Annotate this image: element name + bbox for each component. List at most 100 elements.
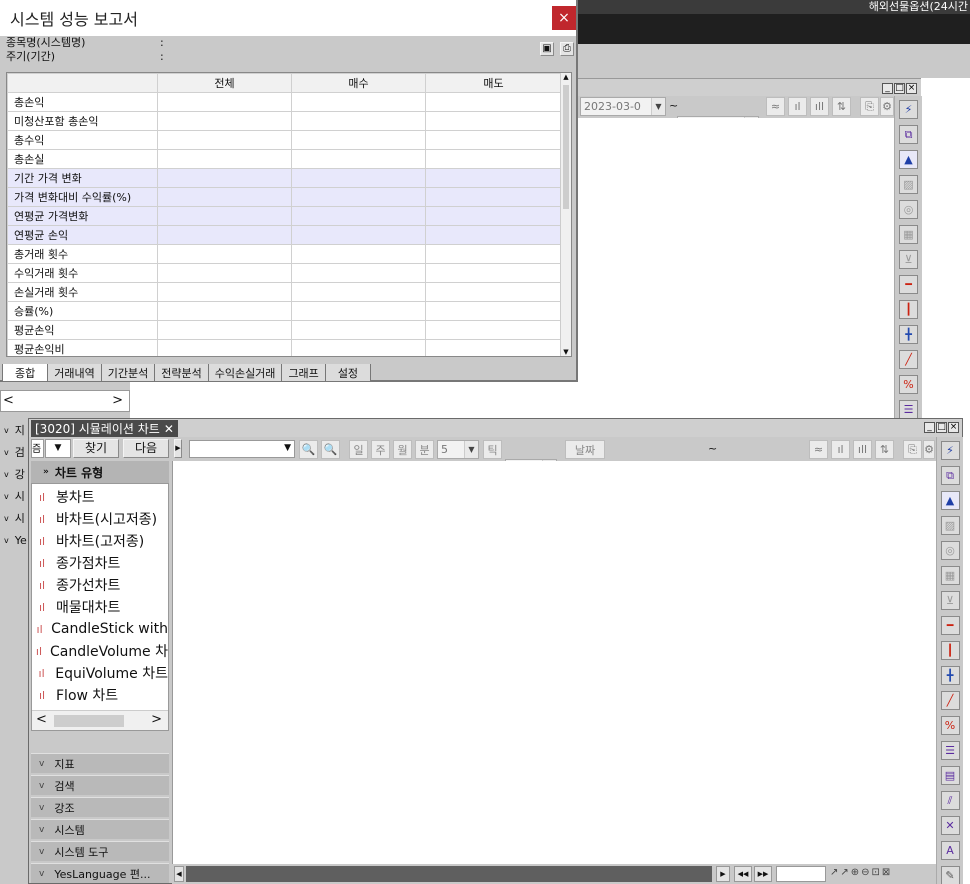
- fibo-icon[interactable]: ▨: [940, 516, 960, 535]
- lightning-icon[interactable]: ⚡: [940, 441, 960, 460]
- table-row[interactable]: 총수익: [7, 130, 562, 150]
- bg-sidebar-item[interactable]: 강: [15, 466, 25, 482]
- accordion-highlight[interactable]: v 강조: [31, 797, 169, 817]
- pointer-icon[interactable]: ▲: [940, 491, 960, 510]
- text-tool-icon[interactable]: A: [940, 841, 960, 860]
- table-row[interactable]: 가격 변화대비 수익률(%): [7, 187, 562, 207]
- accordion-system[interactable]: v 시스템: [31, 819, 169, 839]
- bg-sidebar-scrollbar[interactable]: < >: [0, 390, 130, 412]
- gann-icon[interactable]: ▤: [940, 766, 960, 785]
- tab-graph[interactable]: 그래프: [281, 364, 326, 382]
- bg-sidebar-item[interactable]: 검: [15, 444, 25, 460]
- object-list-icon[interactable]: ⧉: [899, 125, 918, 144]
- cycle-icon[interactable]: ◎: [940, 541, 960, 560]
- bg-sidebar-item[interactable]: 시: [15, 488, 25, 504]
- chevron-down-icon[interactable]: ▼: [464, 441, 478, 458]
- settings-icon[interactable]: ⚙: [923, 440, 935, 459]
- zoom-count-input[interactable]: [776, 866, 826, 882]
- updown-icon[interactable]: ⇅: [832, 97, 851, 116]
- close-icon[interactable]: ×: [948, 422, 959, 433]
- trend-line-icon[interactable]: ╱: [940, 691, 960, 710]
- vertical-line-icon[interactable]: ┃: [940, 641, 960, 660]
- minute-select[interactable]: 5 ▼: [437, 440, 479, 459]
- sim-hscroll-track[interactable]: [186, 866, 712, 882]
- tab-profit-loss[interactable]: 수익손실거래: [207, 364, 283, 382]
- list-item[interactable]: ıl 바차트(시고저종): [32, 508, 168, 530]
- list-item[interactable]: ıl CandleVolume 차: [32, 640, 168, 662]
- accordion-system-tools[interactable]: v 시스템 도구: [31, 841, 169, 861]
- chevron-down-icon[interactable]: ▼: [45, 439, 71, 458]
- volume-icon[interactable]: ıll: [810, 97, 829, 116]
- accordion-indicators[interactable]: v 지표: [31, 753, 169, 773]
- maximize-icon[interactable]: □: [894, 83, 905, 94]
- table-row[interactable]: 평균손익비: [7, 339, 562, 356]
- accordion-yeslanguage[interactable]: v YesLanguage 편...: [31, 863, 169, 883]
- speed-line-icon[interactable]: ⫽: [940, 791, 960, 810]
- table-row[interactable]: 기간 가격 변화: [7, 168, 562, 188]
- table-row[interactable]: 연평균 가격변화: [7, 206, 562, 226]
- close-icon[interactable]: ×: [906, 83, 917, 94]
- bar-chart-icon[interactable]: ıl: [788, 97, 807, 116]
- symbol-select[interactable]: ▼: [189, 440, 295, 458]
- list-item[interactable]: ıl 바차트(고저종): [32, 530, 168, 552]
- list-item[interactable]: ıl CandleStick with: [32, 618, 168, 640]
- maximize-icon[interactable]: □: [936, 422, 947, 433]
- close-icon[interactable]: ×: [558, 10, 570, 26]
- sim-doc-tab[interactable]: [3020] 시뮬레이션 차트 ✕: [31, 420, 178, 437]
- tab-period[interactable]: 기간분석: [100, 364, 156, 382]
- scroll-left-icon[interactable]: ◀: [174, 866, 184, 882]
- horizontal-line-icon[interactable]: ━: [899, 275, 918, 294]
- scroll-left-icon[interactable]: <: [36, 712, 47, 727]
- scroll-right-icon[interactable]: >: [112, 393, 123, 408]
- period-day-button[interactable]: 일: [349, 440, 368, 459]
- bg-date-from[interactable]: 2023-03-0 ▼: [580, 97, 666, 116]
- list-item[interactable]: ıl 종가점차트: [32, 552, 168, 574]
- minimize-icon[interactable]: _: [882, 83, 893, 94]
- report-close-button[interactable]: ×: [552, 6, 576, 30]
- chart-style-icon[interactable]: ≈: [766, 97, 785, 116]
- date-button[interactable]: 날짜: [565, 440, 605, 459]
- chart-type-hscrollbar[interactable]: < >: [32, 710, 168, 730]
- table-row[interactable]: 총손익: [7, 92, 562, 112]
- scroll-down-icon[interactable]: ▼: [561, 348, 571, 356]
- export-icon[interactable]: ⎘: [860, 97, 879, 116]
- scroll-left-icon[interactable]: <: [3, 393, 14, 408]
- table-row[interactable]: 미청산포함 총손익: [7, 111, 562, 131]
- tab-settings[interactable]: 설정: [324, 364, 372, 382]
- list-item[interactable]: ıl Flow 차트: [32, 684, 168, 706]
- bg-sidebar-item[interactable]: 지: [15, 422, 25, 438]
- object-list-icon[interactable]: ⧉: [940, 466, 960, 485]
- tab-strategy[interactable]: 전략분석: [154, 364, 209, 382]
- tick-button[interactable]: 틱: [483, 440, 502, 459]
- cross-line-icon[interactable]: ╋: [899, 325, 918, 344]
- report-vscrollbar[interactable]: ▲ ▼: [560, 73, 571, 356]
- list-item[interactable]: ıl 종가선차트: [32, 574, 168, 596]
- table-row[interactable]: 평균손익: [7, 320, 562, 340]
- scroll-right-icon[interactable]: >: [151, 712, 162, 727]
- fast-forward-icon[interactable]: ▶▶: [754, 866, 772, 882]
- volume-icon[interactable]: ıll: [853, 440, 872, 459]
- trend-line-icon[interactable]: ╱: [899, 350, 918, 369]
- table-row[interactable]: 연평균 손익: [7, 225, 562, 245]
- fan-icon[interactable]: ✕: [940, 816, 960, 835]
- pattern-icon[interactable]: ▦: [899, 225, 918, 244]
- find-button[interactable]: 찾기: [73, 439, 119, 458]
- chevron-down-icon[interactable]: ▼: [651, 98, 665, 115]
- rewind-icon[interactable]: ◀◀: [734, 866, 752, 882]
- bg-sidebar-item[interactable]: 시: [15, 510, 25, 526]
- table-row[interactable]: 승률(%): [7, 301, 562, 321]
- tab-trades[interactable]: 거래내역: [47, 364, 102, 382]
- wave-icon[interactable]: ⊻: [940, 591, 960, 610]
- chevron-down-icon[interactable]: ▼: [284, 443, 291, 453]
- bg-sidebar-item[interactable]: Ye: [15, 534, 27, 547]
- percent-line-icon[interactable]: %: [940, 716, 960, 735]
- lightning-icon[interactable]: ⚡: [899, 100, 918, 119]
- scroll-up-icon[interactable]: ▲: [561, 73, 571, 85]
- table-row[interactable]: 손실거래 횟수: [7, 282, 562, 302]
- next-button[interactable]: 다음: [123, 439, 169, 458]
- scroll-thumb[interactable]: [54, 715, 124, 727]
- table-row[interactable]: 총거래 횟수: [7, 244, 562, 264]
- pen-icon[interactable]: ✎: [940, 866, 960, 884]
- search-advanced-icon[interactable]: 🔍: [321, 440, 340, 459]
- close-icon[interactable]: ✕: [164, 422, 174, 436]
